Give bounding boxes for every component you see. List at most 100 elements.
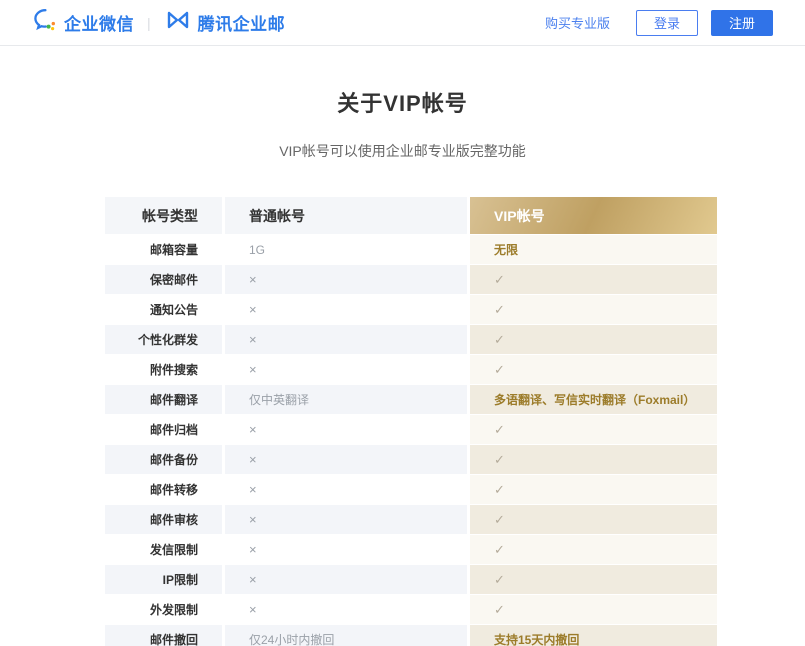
vip-account-cell: ✓ [470, 415, 717, 444]
vip-account-value: ✓ [494, 482, 505, 498]
normal-account-value: 仅24小时内撤回 [249, 631, 334, 646]
feature-label: IP限制 [105, 565, 222, 594]
normal-account-cell: × [225, 325, 467, 354]
feature-label: 保密邮件 [105, 265, 222, 294]
exmail-vip-page: 企业微信 | 腾讯企业邮 购买专业版 登录 注册 关于VIP帐号 VIP帐号可以… [0, 0, 805, 646]
normal-account-value: 1G [249, 243, 265, 257]
table-row: 邮件转移 × ✓ [105, 475, 717, 504]
vip-account-cell: ✓ [470, 475, 717, 504]
vip-account-value: ✓ [494, 512, 505, 528]
column-header-normal-account: 普通帐号 [225, 197, 467, 234]
table-row: 邮箱容量 1G 无限 [105, 235, 717, 264]
column-header-vip-account: VIP帐号 [470, 197, 717, 234]
normal-account-value: × [249, 512, 257, 527]
normal-account-value: × [249, 422, 257, 437]
feature-label: 外发限制 [105, 595, 222, 624]
feature-label: 邮件审核 [105, 505, 222, 534]
exmail-envelope-icon [164, 7, 192, 38]
register-button[interactable]: 注册 [711, 10, 773, 36]
table-header-row: 帐号类型 普通帐号 VIP帐号 [105, 197, 717, 234]
exmail-wordmark: 腾讯企业邮 [198, 10, 286, 35]
table-row: 邮件撤回 仅24小时内撤回 支持15天内撤回 [105, 625, 717, 646]
tencent-exmail-logo[interactable]: 腾讯企业邮 [164, 7, 286, 38]
normal-account-cell: × [225, 595, 467, 624]
buy-pro-link[interactable]: 购买专业版 [545, 13, 610, 32]
vip-account-cell: ✓ [470, 535, 717, 564]
brand-group: 企业微信 | 腾讯企业邮 [32, 7, 285, 38]
vip-account-value: ✓ [494, 272, 505, 288]
normal-account-value: × [249, 572, 257, 587]
vip-account-cell: ✓ [470, 445, 717, 474]
vip-account-value: ✓ [494, 602, 505, 618]
table-row: 保密邮件 × ✓ [105, 265, 717, 294]
table-row: IP限制 × ✓ [105, 565, 717, 594]
normal-account-cell: 仅24小时内撤回 [225, 625, 467, 646]
wechat-work-bubble-icon [32, 7, 58, 38]
top-actions: 购买专业版 登录 注册 [545, 10, 773, 36]
feature-label: 邮件翻译 [105, 385, 222, 414]
normal-account-cell: 仅中英翻译 [225, 385, 467, 414]
vip-account-cell: ✓ [470, 265, 717, 294]
table-row: 邮件备份 × ✓ [105, 445, 717, 474]
vip-account-value: 无限 [494, 241, 518, 258]
brand-divider: | [147, 15, 151, 31]
normal-account-cell: 1G [225, 235, 467, 264]
normal-account-cell: × [225, 295, 467, 324]
vip-account-value: ✓ [494, 362, 505, 378]
normal-account-cell: × [225, 565, 467, 594]
normal-account-cell: × [225, 355, 467, 384]
vip-account-value: ✓ [494, 542, 505, 558]
page-title: 关于VIP帐号 [0, 86, 805, 118]
table-row: 邮件审核 × ✓ [105, 505, 717, 534]
table-row: 外发限制 × ✓ [105, 595, 717, 624]
table-row: 通知公告 × ✓ [105, 295, 717, 324]
vip-account-cell: ✓ [470, 565, 717, 594]
vip-account-value: ✓ [494, 302, 505, 318]
vip-account-value: ✓ [494, 452, 505, 468]
feature-label: 附件搜索 [105, 355, 222, 384]
login-button[interactable]: 登录 [636, 10, 698, 36]
feature-label: 通知公告 [105, 295, 222, 324]
normal-account-value: × [249, 302, 257, 317]
vip-account-value: ✓ [494, 572, 505, 588]
normal-account-cell: × [225, 505, 467, 534]
normal-account-cell: × [225, 535, 467, 564]
feature-label: 邮件备份 [105, 445, 222, 474]
feature-label: 个性化群发 [105, 325, 222, 354]
vip-account-cell: ✓ [470, 295, 717, 324]
normal-account-value: × [249, 482, 257, 497]
normal-account-value: × [249, 452, 257, 467]
vip-account-cell: 多语翻译、写信实时翻译（Foxmail） [470, 385, 717, 414]
vip-account-cell: ✓ [470, 355, 717, 384]
table-row: 附件搜索 × ✓ [105, 355, 717, 384]
normal-account-value: 仅中英翻译 [249, 391, 309, 408]
normal-account-value: × [249, 542, 257, 557]
wechat-work-logo[interactable]: 企业微信 [32, 7, 134, 38]
vip-account-value: 支持15天内撤回 [494, 631, 579, 646]
feature-label: 邮箱容量 [105, 235, 222, 264]
vip-account-cell: ✓ [470, 325, 717, 354]
feature-label: 邮件转移 [105, 475, 222, 504]
vip-account-value: 多语翻译、写信实时翻译（Foxmail） [494, 391, 695, 408]
normal-account-cell: × [225, 475, 467, 504]
vip-account-cell: 无限 [470, 235, 717, 264]
normal-account-value: × [249, 332, 257, 347]
feature-label: 邮件归档 [105, 415, 222, 444]
vip-account-cell: 支持15天内撤回 [470, 625, 717, 646]
wechat-work-wordmark: 企业微信 [64, 10, 134, 35]
table-row: 发信限制 × ✓ [105, 535, 717, 564]
vip-account-value: ✓ [494, 422, 505, 438]
normal-account-value: × [249, 272, 257, 287]
normal-account-value: × [249, 602, 257, 617]
page-subtitle: VIP帐号可以使用企业邮专业版完整功能 [0, 141, 805, 161]
vip-account-value: ✓ [494, 332, 505, 348]
table-row: 个性化群发 × ✓ [105, 325, 717, 354]
normal-account-cell: × [225, 265, 467, 294]
feature-label: 邮件撤回 [105, 625, 222, 646]
comparison-table: 帐号类型 普通帐号 VIP帐号 邮箱容量 1G 无限 保密邮件 × ✓ 通知公告… [105, 197, 717, 646]
column-header-account-type: 帐号类型 [105, 197, 222, 234]
vip-account-cell: ✓ [470, 505, 717, 534]
table-row: 邮件翻译 仅中英翻译 多语翻译、写信实时翻译（Foxmail） [105, 385, 717, 414]
table-body: 邮箱容量 1G 无限 保密邮件 × ✓ 通知公告 × ✓ 个性化群发 × ✓ 附… [105, 235, 717, 646]
table-row: 邮件归档 × ✓ [105, 415, 717, 444]
